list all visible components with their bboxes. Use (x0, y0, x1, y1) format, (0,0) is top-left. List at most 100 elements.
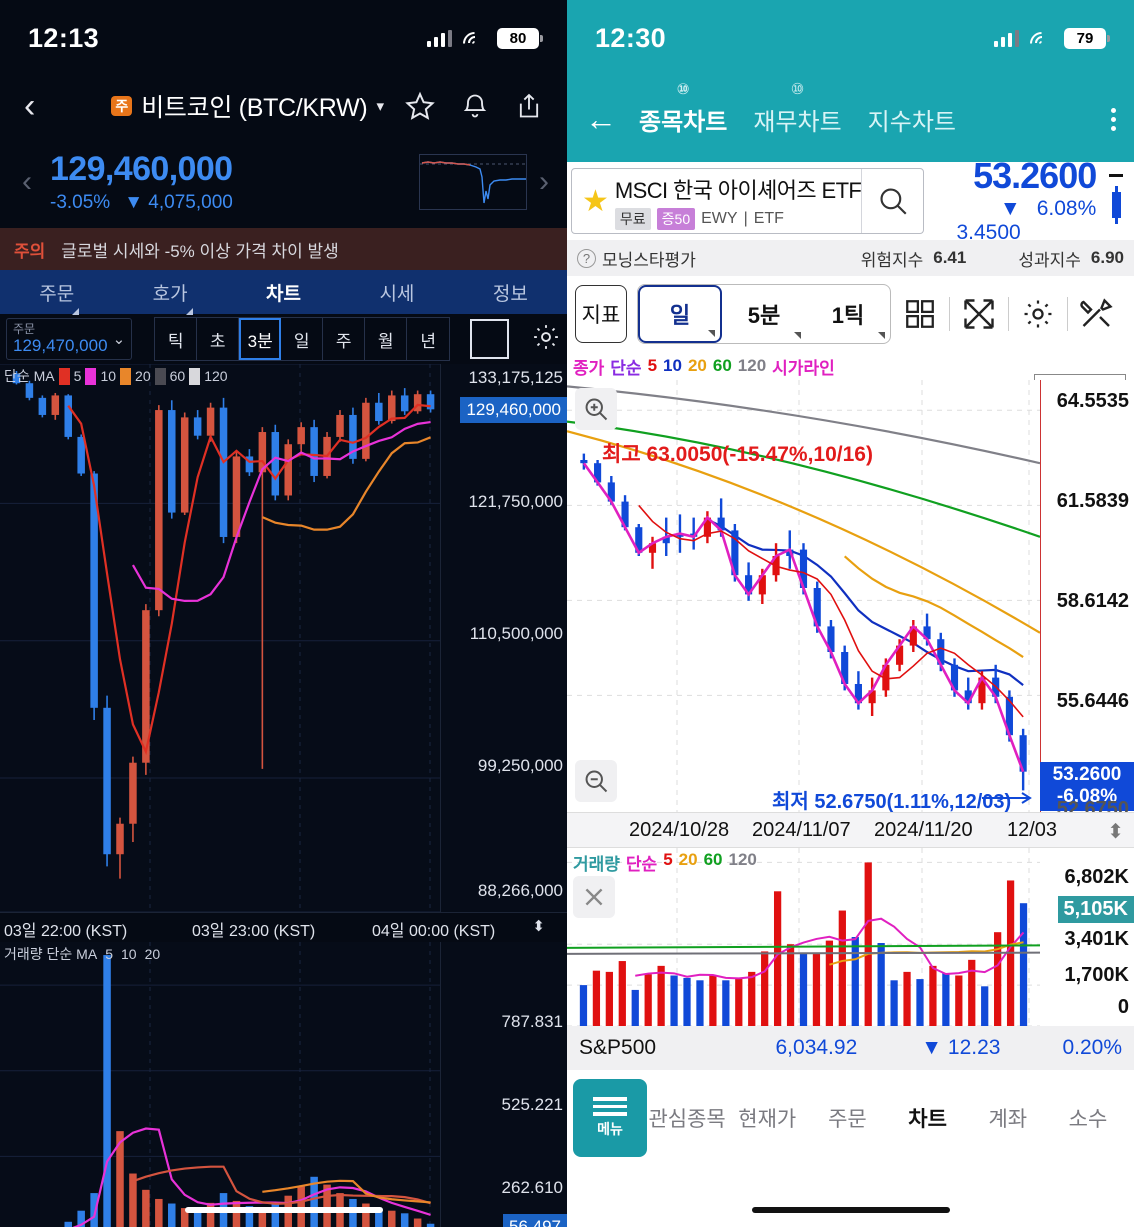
period-day[interactable]: 일 (281, 318, 324, 360)
legend-60: 60 (712, 356, 732, 375)
left-chart-toolbar: 주문 129,470,000 ⌄ 틱 초 3분 일 주 월 년 (0, 314, 567, 364)
bottom-tab-order[interactable]: 주문 (807, 1103, 887, 1133)
period-second[interactable]: 초 (197, 318, 240, 360)
search-icon[interactable] (861, 169, 923, 233)
more-menu-icon[interactable] (1111, 107, 1116, 131)
order-price-selector[interactable]: 주문 129,470,000 ⌄ (6, 318, 133, 360)
tab-chart[interactable]: 차트 (227, 279, 340, 306)
left-symbol-title[interactable]: 주 비트코인 (BTC/KRW) ▾ (111, 88, 384, 124)
gear-icon[interactable] (531, 322, 561, 357)
star-icon[interactable] (405, 91, 435, 121)
symbol-selector[interactable]: ★ MSCI 한국 아이셰어즈 ETF 무료 증50 EWY | ETF (571, 168, 925, 234)
back-arrow-icon[interactable]: ← (585, 101, 617, 138)
bottom-tab-account[interactable]: 계좌 (968, 1103, 1048, 1133)
right-change-group: ▼ 3.4500 (930, 197, 1020, 245)
chevron-down-icon[interactable]: ▾ (376, 97, 384, 115)
left-current-price: 129,460,000 (50, 150, 233, 189)
right-price-axis[interactable]: 64.5535 61.5839 58.6142 55.6446 53.2600 … (1040, 380, 1134, 820)
nav-tab-financial-chart[interactable]: ⑩ 재무차트 (753, 81, 841, 137)
next-symbol-arrow[interactable]: › (527, 165, 561, 199)
tools-icon[interactable] (1068, 285, 1126, 343)
prev-symbol-arrow[interactable]: ‹ (10, 165, 44, 199)
menu-button[interactable]: 메뉴 (573, 1079, 647, 1157)
left-candlestick-canvas (0, 364, 440, 912)
axis-sort-icon[interactable]: ⬍ (532, 917, 545, 935)
market-badge: 주 (111, 95, 133, 117)
bell-icon[interactable] (461, 91, 489, 121)
gear-icon[interactable] (1009, 285, 1067, 343)
period-1tick[interactable]: 1틱 (806, 285, 890, 343)
grid-icon[interactable] (891, 285, 949, 343)
legend-open-line: 시가라인 (772, 358, 835, 378)
left-price-axis[interactable]: 133,175,125 121,750,000 110,500,000 99,2… (440, 364, 567, 912)
tab-quote[interactable]: 시세 (340, 279, 453, 306)
indicator-button[interactable]: 지표 (575, 285, 627, 343)
period-tick[interactable]: 틱 (155, 318, 198, 360)
vol-legend-120: 120 (728, 850, 757, 869)
tab-info[interactable]: 정보 (454, 279, 567, 306)
right-change-row: ▼ 3.4500 6.08% (930, 197, 1096, 245)
left-xtick-0: 03일 22:00 (KST) (4, 923, 128, 940)
morningstar-row[interactable]: ? 모닝스타평가 위험지수 6.41 성과지수 6.90 (567, 240, 1134, 276)
vol-legend-60: 60 (703, 850, 723, 869)
right-ytick-3: 55.6446 (1056, 690, 1129, 712)
left-vtick-2: 262.610 (501, 1178, 563, 1197)
tab-orderbook[interactable]: 호가 (113, 279, 226, 315)
fullscreen-square-icon[interactable] (470, 319, 509, 359)
right-volume-chart[interactable]: 거래량 단순 5 20 60 120 6,802K 3,401K 1,700K … (567, 848, 1134, 1026)
vol-legend-20: 20 (678, 850, 698, 869)
share-icon[interactable] (515, 91, 543, 121)
left-price-chart[interactable]: 단순 MA 5 10 20 60 120 133,175,125 121,750… (0, 364, 567, 912)
right-chart-toolbar: 지표 일 5분 1틱 (567, 276, 1134, 352)
period-year[interactable]: 년 (407, 318, 449, 360)
expand-icon[interactable] (950, 285, 1008, 343)
tag-free: 무료 (614, 207, 651, 230)
right-ytick-1: 61.5839 (1056, 490, 1129, 512)
right-date-axis: 2024/10/28 2024/11/07 2024/11/20 12/03 ⬍ (567, 812, 1134, 848)
bottom-tab-watchlist[interactable]: 관심종목 (647, 1103, 727, 1133)
bottom-tab-fractional[interactable]: 소수 (1048, 1103, 1128, 1133)
star-icon[interactable]: ★ (572, 184, 615, 219)
left-status-bar: 12:13 80 (0, 0, 567, 76)
legend-close: 종가 (573, 358, 605, 378)
zoom-in-icon[interactable] (575, 388, 617, 430)
help-icon[interactable]: ? (577, 248, 596, 268)
left-price-row: ‹ 129,460,000 -3.05% ▼ 4,075,000 › (0, 136, 567, 228)
right-symbol-row: ★ MSCI 한국 아이셰어즈 ETF 무료 증50 EWY | ETF 53.… (567, 157, 1134, 244)
period-3min[interactable]: 3분 (239, 318, 282, 360)
zoom-out-icon[interactable] (575, 760, 617, 802)
symbol-tags: 무료 증50 EWY | ETF (614, 207, 861, 230)
period-5min[interactable]: 5분 (722, 285, 806, 343)
wifi-icon (458, 26, 491, 60)
down-arrow-icon: ▼ (999, 196, 1021, 220)
bottom-tab-current-price[interactable]: 현재가 (727, 1103, 807, 1133)
chevron-down-icon[interactable]: ⌄ (110, 330, 126, 348)
nav-tab-stock-chart[interactable]: ⑩ 종목차트 (639, 81, 727, 137)
legend-5: 5 (647, 356, 658, 375)
bottom-tab-chart[interactable]: 차트 (888, 1103, 968, 1133)
left-sparkline-chart[interactable] (419, 154, 527, 210)
back-arrow-icon[interactable]: ‹ (24, 89, 35, 123)
close-icon[interactable] (573, 876, 615, 918)
dual-phone-screenshot: 12:13 80 ‹ 주 비트코인 (BTC/KRW) ▾ ‹ 129,460,… (0, 0, 1134, 1227)
left-price-block: 129,460,000 -3.05% ▼ 4,075,000 (44, 150, 233, 213)
perf-index-label: 성과지수 (1018, 250, 1081, 270)
right-status-time: 12:30 (595, 22, 667, 53)
at-badge-icon: ⑩ (676, 80, 690, 98)
left-title-bar: ‹ 주 비트코인 (BTC/KRW) ▾ (0, 76, 567, 136)
left-volume-chart[interactable]: 거래량 단순 MA 5 10 20 787.831 525.221 262.61… (0, 942, 567, 1227)
right-change-percent: 6.08% (1036, 196, 1097, 220)
right-vtick-1: 3,401K (1064, 928, 1130, 950)
right-volume-current-tag: 5,105K (1057, 896, 1134, 923)
nav-tab-index-chart[interactable]: 지수차트 (868, 102, 956, 137)
period-day[interactable]: 일 (638, 285, 722, 343)
left-vtick-1: 525.221 (501, 1095, 563, 1114)
sp500-row[interactable]: S&P500 6,034.92 ▼ 12.23 0.20% (567, 1026, 1134, 1070)
period-week[interactable]: 주 (323, 318, 366, 360)
sp500-name: S&P500 (579, 1036, 657, 1059)
axis-sort-icon[interactable]: ⬍ (1107, 819, 1124, 844)
period-month[interactable]: 월 (365, 318, 408, 360)
right-price-chart[interactable]: 최고 63.0050(-15.47%,10/16) 최저 52.6750(1.1… (567, 380, 1134, 820)
tab-order[interactable]: 주문 (0, 279, 113, 315)
right-ytick-0: 64.5535 (1056, 390, 1129, 412)
